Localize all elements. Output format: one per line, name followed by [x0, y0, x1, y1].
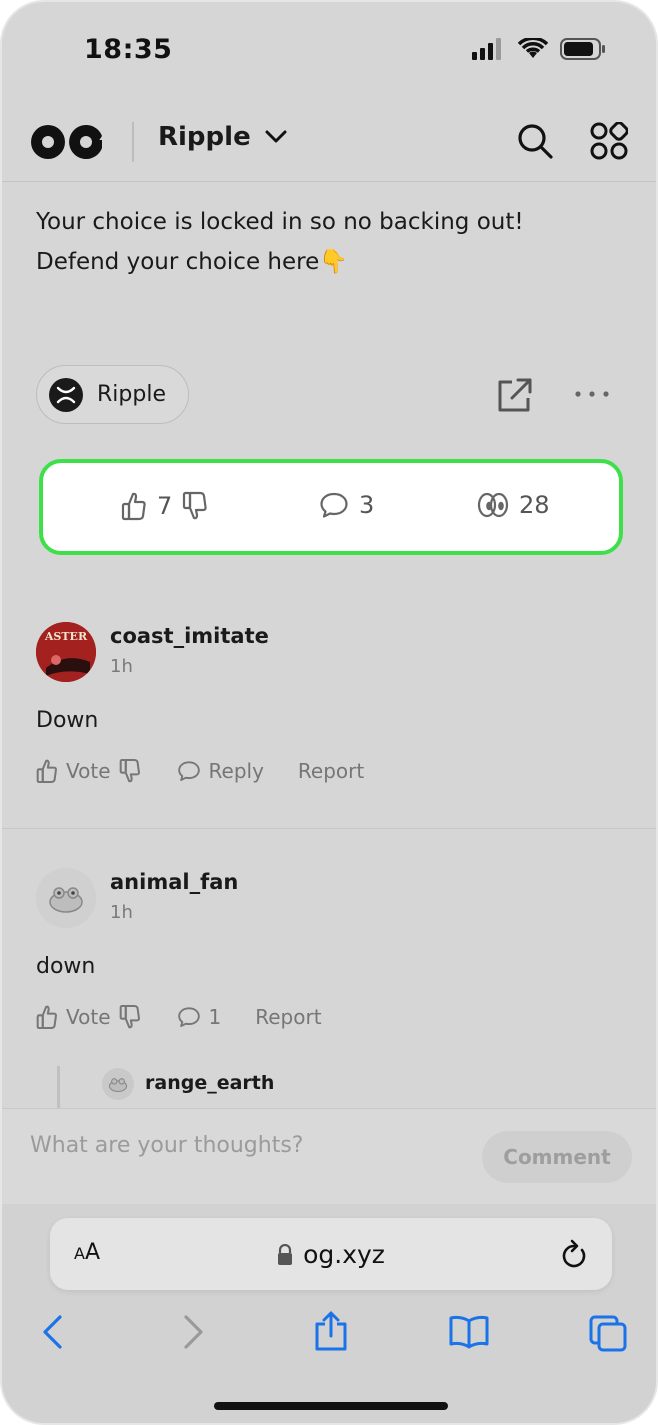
reply-button[interactable]: Reply: [177, 759, 264, 783]
vote-action: Vote: [36, 758, 141, 784]
reply-username[interactable]: range_earth: [145, 1072, 274, 1094]
svg-text:ASTER: ASTER: [44, 630, 88, 643]
community-name: Ripple: [158, 122, 251, 152]
community-switcher[interactable]: Ripple: [158, 122, 287, 152]
comment-username[interactable]: coast_imitate: [110, 624, 269, 648]
comment-body: down: [36, 954, 96, 979]
url-display: og.xyz: [50, 1240, 612, 1269]
vote-count: 7: [157, 492, 173, 520]
wifi-icon: [518, 38, 548, 58]
forward-icon[interactable]: [182, 1314, 206, 1350]
url-text: og.xyz: [303, 1240, 385, 1269]
avatar[interactable]: ASTER: [36, 622, 96, 682]
thumbs-down-icon[interactable]: [182, 491, 208, 521]
topic-label: Ripple: [97, 382, 166, 407]
comment-bubble-icon: [320, 492, 348, 518]
thumbs-up-icon[interactable]: [36, 1004, 58, 1030]
pointing-down-emoji: 👇: [319, 249, 348, 275]
chevron-down-icon: [265, 130, 287, 143]
report-button[interactable]: Report: [255, 1005, 321, 1029]
comments-stat[interactable]: 3: [319, 491, 374, 519]
comment-body: Down: [36, 708, 99, 733]
thread-line: [57, 1066, 60, 1110]
more-options-icon[interactable]: [574, 378, 610, 410]
status-time: 18:35: [84, 34, 173, 65]
post-text-line2: Defend your choice here: [36, 249, 320, 275]
comment-time: 1h: [110, 656, 133, 677]
comment-bubble-icon: [177, 1007, 200, 1027]
address-bar[interactable]: AA og.xyz: [50, 1218, 612, 1290]
battery-icon: [560, 38, 605, 60]
og-logo[interactable]: [30, 122, 104, 162]
share-icon[interactable]: [314, 1310, 348, 1352]
comment-composer: What are your thoughts? Comment: [2, 1108, 656, 1204]
reload-icon[interactable]: [560, 1238, 588, 1270]
thumbs-up-icon[interactable]: [36, 758, 58, 784]
back-icon[interactable]: [40, 1314, 64, 1350]
comment-time: 1h: [110, 902, 133, 923]
app-header: Ripple: [2, 102, 656, 182]
report-label: Report: [297, 759, 365, 783]
apps-icon[interactable]: [590, 122, 628, 160]
vote-action: Vote: [36, 1004, 141, 1030]
comment-button[interactable]: Comment: [482, 1131, 632, 1183]
browser-toolbar: AA og.xyz: [2, 1204, 656, 1423]
signal-icon: [472, 38, 501, 60]
vote-label: Vote: [66, 1005, 111, 1029]
xrp-icon: [49, 377, 83, 412]
comment-divider: [2, 828, 656, 829]
comment-actions: Vote Reply Report: [36, 758, 364, 784]
thumbs-up-icon[interactable]: [121, 491, 147, 521]
reply-label: Reply: [208, 759, 264, 783]
browser-nav: [2, 1311, 656, 1354]
header-divider: [132, 122, 134, 162]
tabs-icon[interactable]: [588, 1314, 628, 1352]
report-label: Report: [255, 1005, 322, 1029]
phone-screen: 18:35 Ripple Your choice is locked in so…: [0, 0, 658, 1425]
comment-bubble-icon: [177, 761, 200, 781]
lock-icon: [278, 1243, 293, 1265]
thumbs-down-icon[interactable]: [119, 1004, 141, 1030]
vote-label: Vote: [66, 759, 111, 783]
post-text-line: Defend your choice here👇: [36, 242, 626, 282]
vote-stat[interactable]: 7: [121, 491, 208, 521]
replies-button[interactable]: 1: [177, 1005, 222, 1029]
comment-count: 3: [359, 491, 375, 519]
view-count: 28: [519, 491, 550, 519]
external-link-icon[interactable]: [496, 376, 534, 414]
comment-username[interactable]: animal_fan: [110, 870, 238, 894]
avatar[interactable]: [102, 1068, 134, 1100]
reply-count: 1: [208, 1005, 222, 1029]
post-stats-bar: 7 3 28: [39, 459, 623, 555]
comment-input[interactable]: What are your thoughts?: [30, 1133, 303, 1158]
report-button[interactable]: Report: [298, 759, 364, 783]
thumbs-down-icon[interactable]: [119, 758, 141, 784]
status-icons: [472, 38, 606, 60]
home-indicator: [214, 1402, 448, 1410]
views-stat: 28: [477, 491, 550, 519]
post-text-line: Your choice is locked in so no backing o…: [36, 209, 524, 235]
topic-chip[interactable]: Ripple: [36, 365, 189, 424]
eyes-icon: [477, 492, 509, 518]
bookmarks-icon[interactable]: [448, 1314, 490, 1350]
post-text: Your choice is locked in so no backing o…: [36, 202, 626, 282]
search-icon[interactable]: [516, 122, 554, 160]
avatar[interactable]: [36, 868, 96, 928]
comment-actions: Vote 1 Report: [36, 1004, 322, 1030]
